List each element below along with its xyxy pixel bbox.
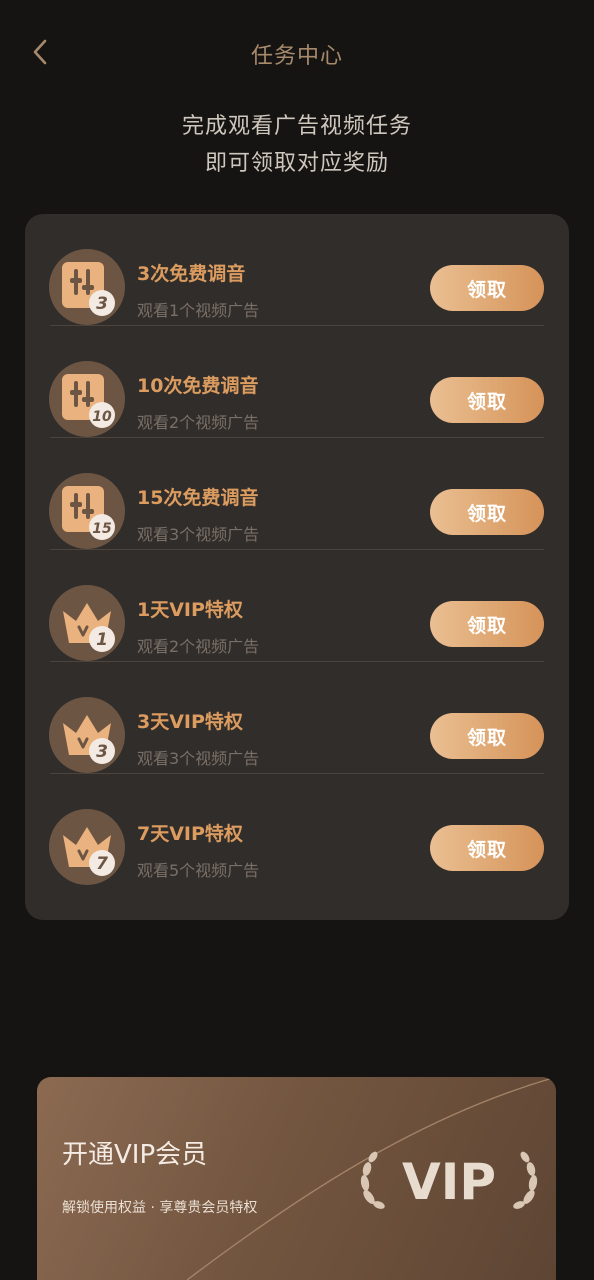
vip-reward-icon: 7 xyxy=(49,809,125,885)
task-title: 3次免费调音 xyxy=(137,263,246,285)
count-badge-text: 3 xyxy=(96,742,108,762)
count-badge-text: 1 xyxy=(96,630,108,650)
task-title: 7天VIP特权 xyxy=(137,823,243,845)
task-row: 3 3天VIP特权 观看3个视频广告 领取 xyxy=(25,662,569,774)
task-intro-line-2: 即可领取对应奖励 xyxy=(204,151,389,176)
crown-icon: 3 xyxy=(63,715,115,764)
tuning-reward-icon: 10 xyxy=(49,361,125,437)
claim-button[interactable]: 领取 xyxy=(430,377,544,423)
crown-icon: 7 xyxy=(63,827,115,876)
task-list-card: 3 3次免费调音 观看1个视频广告 领取 10 10次免费调音 观看2个视频广告 领取 … xyxy=(25,214,569,920)
count-badge-text: 10 xyxy=(92,409,112,425)
task-row: 10 10次免费调音 观看2个视频广告 领取 xyxy=(25,326,569,438)
task-description: 观看3个视频广告 xyxy=(137,749,260,768)
task-description: 观看2个视频广告 xyxy=(137,413,260,432)
tuning-reward-icon: 3 xyxy=(49,249,125,325)
task-description: 观看3个视频广告 xyxy=(137,525,260,544)
task-description: 观看1个视频广告 xyxy=(137,301,260,320)
vip-badge-text: VIP xyxy=(402,1153,496,1211)
vip-laurel-badge: VIP xyxy=(359,1147,539,1213)
count-badge-text: 3 xyxy=(96,294,108,314)
task-intro-line-1: 完成观看广告视频任务 xyxy=(181,114,412,139)
task-title: 1天VIP特权 xyxy=(137,599,243,621)
header: 任务中心 xyxy=(0,0,594,108)
task-center-page: 任务中心 完成观看广告视频任务 即可领取对应奖励 3 3次免费调音 观看1个视频广… xyxy=(0,0,594,1280)
task-title: 15次免费调音 xyxy=(137,487,259,509)
page-title: 任务中心 xyxy=(250,44,343,69)
count-badge-text: 7 xyxy=(96,854,108,874)
task-title: 10次免费调音 xyxy=(137,375,259,397)
claim-button[interactable]: 领取 xyxy=(430,489,544,535)
count-badge-text: 15 xyxy=(92,521,112,537)
task-intro: 完成观看广告视频任务 即可领取对应奖励 xyxy=(0,108,594,182)
task-row: 3 3次免费调音 观看1个视频广告 领取 xyxy=(25,214,569,326)
task-description: 观看2个视频广告 xyxy=(137,637,260,656)
task-title: 3天VIP特权 xyxy=(137,711,243,733)
task-description: 观看5个视频广告 xyxy=(137,861,260,880)
tuning-icon: 3 xyxy=(62,262,115,316)
laurel-icon: VIP xyxy=(360,1151,538,1211)
vip-reward-icon: 3 xyxy=(49,697,125,773)
claim-button[interactable]: 领取 xyxy=(430,825,544,871)
vip-banner-title: 开通VIP会员 xyxy=(62,1140,208,1170)
tuning-icon: 10 xyxy=(62,374,115,428)
vip-reward-icon: 1 xyxy=(49,585,125,661)
task-row: 1 1天VIP特权 观看2个视频广告 领取 xyxy=(25,550,569,662)
claim-button[interactable]: 领取 xyxy=(430,713,544,759)
claim-button[interactable]: 领取 xyxy=(430,265,544,311)
tuning-reward-icon: 15 xyxy=(49,473,125,549)
crown-icon: 1 xyxy=(63,603,115,652)
task-row: 15 15次免费调音 观看3个视频广告 领取 xyxy=(25,438,569,550)
vip-banner-subtitle: 解锁使用权益 · 享尊贵会员特权 xyxy=(62,1200,258,1216)
tuning-icon: 15 xyxy=(62,486,115,540)
task-row: 7 7天VIP特权 观看5个视频广告 领取 xyxy=(25,774,569,886)
claim-button[interactable]: 领取 xyxy=(430,601,544,647)
vip-membership-banner[interactable]: 开通VIP会员 解锁使用权益 · 享尊贵会员特权 VIP xyxy=(37,1077,556,1280)
